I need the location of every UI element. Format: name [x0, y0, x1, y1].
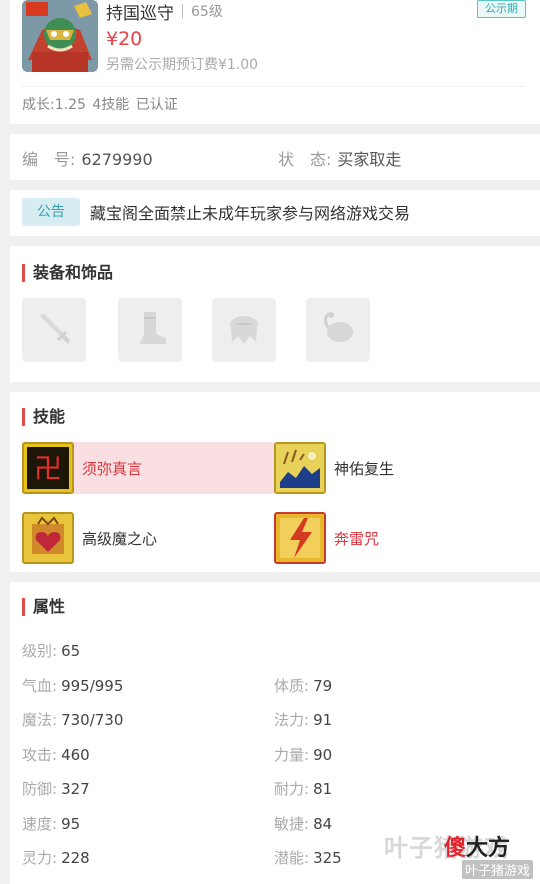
attr-key: 魔法:	[22, 711, 58, 729]
attr-value: 65	[61, 642, 81, 660]
attr-strength: 力量: 90	[274, 744, 332, 765]
attr-endurance: 耐力: 81	[274, 778, 332, 799]
attr-value: 460	[61, 746, 90, 764]
title-row: 持国巡守 65级	[106, 0, 223, 24]
skill-item[interactable]: 奔雷咒	[274, 512, 526, 564]
attr-value: 325	[313, 849, 342, 867]
attr-key: 敏捷:	[274, 815, 310, 833]
attr-constitution: 体质: 79	[274, 675, 332, 696]
attr-key: 耐力:	[274, 780, 310, 798]
attr-level: 级别: 65	[22, 640, 80, 661]
xumi-mantra-icon: 卍	[22, 442, 74, 494]
attr-defense: 防御: 327	[22, 778, 90, 799]
attr-hp: 气血: 995/995	[22, 675, 123, 696]
attr-key: 力量:	[274, 746, 310, 764]
watermark-main-text: 傻大方	[444, 830, 510, 862]
attr-value: 90	[313, 746, 333, 764]
order-status: 状 态: 买家取走	[278, 146, 401, 170]
accessory-slot-icon	[316, 306, 360, 354]
pet-name: 持国巡守	[106, 3, 174, 24]
thunder-curse-icon	[274, 512, 326, 564]
serial-value: 6279990	[81, 150, 153, 169]
attr-speed: 速度: 95	[22, 813, 80, 834]
product-header-card: 持国巡守 65级 公示期 ¥20 另需公示期预订费¥1.00 成长:1.25 4…	[10, 0, 540, 124]
pet-meta: 成长:1.25 4技能 已认证	[22, 97, 178, 113]
attributes-heading: 属性	[22, 598, 65, 616]
accessory-slot[interactable]	[306, 298, 370, 362]
weapon-slot[interactable]	[22, 298, 86, 362]
public-period-badge: 公示期	[477, 0, 526, 18]
pet-level: 65级	[191, 4, 223, 20]
attr-spirit: 灵力: 228	[22, 847, 90, 868]
attr-key: 防御:	[22, 780, 58, 798]
attr-key: 法力:	[274, 711, 310, 729]
price: ¥20	[106, 28, 143, 50]
attr-value: 730/730	[61, 711, 124, 729]
watermark: 叶子猪游戏 傻大方 叶子猪游戏	[384, 828, 540, 884]
info-card: 编 号: 6279990 状 态: 买家取走	[10, 134, 540, 180]
attr-key: 气血:	[22, 677, 58, 695]
attr-value: 327	[61, 780, 90, 798]
attr-mp: 魔法: 730/730	[22, 709, 123, 730]
pet-avatar	[22, 0, 98, 72]
boots-slot-icon	[128, 306, 172, 354]
serial-number: 编 号: 6279990	[22, 146, 153, 170]
boots-slot[interactable]	[118, 298, 182, 362]
watermark-highlight: 傻	[444, 836, 467, 861]
attr-key: 潜能:	[274, 849, 310, 867]
attr-key: 体质:	[274, 677, 310, 695]
notice-card[interactable]: 公告 藏宝阁全面禁止未成年玩家参与网络游戏交易	[10, 190, 540, 236]
equipment-heading: 装备和饰品	[22, 264, 113, 282]
notice-tag: 公告	[22, 198, 80, 226]
attr-agility: 敏捷: 84	[274, 813, 332, 834]
armor-slot[interactable]	[212, 298, 276, 362]
attr-value: 91	[313, 711, 333, 729]
equipment-section: 装备和饰品	[10, 246, 540, 382]
skill-item[interactable]: 卍 须弥真言	[22, 442, 274, 494]
notice-text[interactable]: 藏宝阁全面禁止未成年玩家参与网络游戏交易	[90, 200, 410, 224]
skill-name: 奔雷咒	[334, 529, 380, 548]
skills-heading: 技能	[22, 408, 65, 426]
title-divider	[182, 4, 183, 18]
attr-value: 95	[61, 815, 81, 833]
svg-text:卍: 卍	[34, 452, 62, 485]
divider	[22, 86, 526, 87]
attr-attack: 攻击: 460	[22, 744, 90, 765]
attr-value: 79	[313, 677, 333, 695]
skill-name: 须弥真言	[82, 459, 143, 478]
serial-label: 编 号:	[22, 150, 76, 169]
attr-value: 81	[313, 780, 333, 798]
weapon-slot-icon	[32, 306, 76, 354]
armor-slot-icon	[222, 306, 266, 354]
attr-key: 级别:	[22, 642, 58, 660]
skill-name: 神佑复生	[334, 459, 395, 478]
skill-item[interactable]: 高级魔之心	[22, 512, 274, 564]
attr-magic: 法力: 91	[274, 709, 332, 730]
watermark-sub-text: 叶子猪游戏	[462, 860, 534, 879]
divine-revival-icon	[274, 442, 326, 494]
attr-potential: 潜能: 325	[274, 847, 342, 868]
status-label: 状 态:	[278, 150, 332, 169]
watermark-suffix: 大方	[466, 836, 511, 861]
attr-key: 灵力:	[22, 849, 58, 867]
demon-heart-icon	[22, 512, 74, 564]
attr-value: 84	[313, 815, 333, 833]
attr-value: 995/995	[61, 677, 124, 695]
status-value: 买家取走	[337, 150, 402, 169]
attr-key: 攻击:	[22, 746, 58, 764]
skill-item[interactable]: 神佑复生	[274, 442, 526, 494]
deposit-note: 另需公示期预订费¥1.00	[106, 57, 259, 73]
skills-section: 技能 卍 须弥真言 神佑复生 高级魔之心 奔雷咒	[10, 392, 540, 572]
attr-value: 228	[61, 849, 90, 867]
attr-key: 速度:	[22, 815, 58, 833]
skill-name: 高级魔之心	[82, 529, 158, 548]
